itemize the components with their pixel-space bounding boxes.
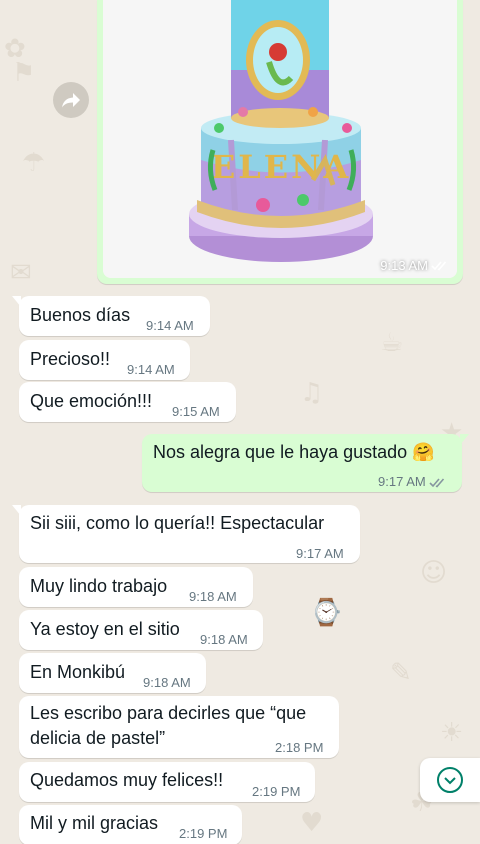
cake-photo[interactable]: ELENA: [103, 0, 457, 278]
message-time: 9:18 AM: [143, 675, 191, 690]
message-text: En Monkibú: [30, 662, 126, 682]
incoming-message[interactable]: En Monkibú 9:18 AM: [19, 653, 206, 693]
message-text: Precioso!!: [30, 349, 111, 369]
message-time: 2:19 PM: [179, 826, 228, 841]
incoming-message[interactable]: Muy lindo trabajo 9:18 AM: [19, 567, 253, 607]
message-text: Que emoción!!!: [30, 391, 153, 411]
incoming-message[interactable]: Que emoción!!! 9:15 AM: [19, 382, 236, 422]
double-check-icon: [429, 477, 444, 487]
message-time: 9:18 AM: [200, 632, 248, 647]
incoming-message[interactable]: Precioso!! 9:14 AM: [19, 340, 190, 380]
image-message-time: 9:13 AM: [380, 258, 428, 273]
incoming-message[interactable]: Ya estoy en el sitio 9:18 AM: [19, 610, 263, 650]
incoming-message[interactable]: Buenos días 9:14 AM: [12, 296, 210, 336]
message-text-line-1: Les escribo para decirles que “que: [30, 703, 307, 723]
incoming-message[interactable]: Les escribo para decirles que “que delic…: [19, 696, 339, 758]
message-text: Nos alegra que le haya gustado 🤗: [153, 442, 435, 462]
message-text: Mil y mil gracias: [30, 813, 159, 833]
message-meta: 9:17 AM: [378, 470, 447, 494]
message-time: 2:19 PM: [252, 784, 301, 799]
message-time: 9:14 AM: [127, 362, 175, 377]
message-text: Sii siii, como lo quería!! Espectacular: [30, 513, 325, 533]
image-message-meta: 9:13 AM: [380, 258, 449, 273]
incoming-message[interactable]: Sii siii, como lo quería!! Espectacular …: [12, 505, 360, 563]
forward-icon: [62, 93, 80, 108]
image-message-bubble[interactable]: ELENA 9:13 AM: [97, 0, 463, 284]
forward-button[interactable]: [53, 82, 89, 118]
message-time: 9:15 AM: [172, 404, 220, 419]
message-text: Buenos días: [30, 305, 131, 325]
message-text-line-2: delicia de pastel”: [30, 728, 166, 748]
chevron-down-icon: [437, 767, 463, 793]
message-text: Ya estoy en el sitio: [30, 619, 180, 639]
message-time: 9:17 AM: [378, 474, 426, 489]
cake-name-text: ELENA: [211, 148, 351, 186]
message-text: Quedamos muy felices!!: [30, 770, 224, 790]
incoming-message[interactable]: Quedamos muy felices!! 2:19 PM: [19, 762, 315, 802]
message-time: 2:18 PM: [275, 740, 324, 755]
message-time: 9:14 AM: [146, 318, 194, 333]
incoming-message[interactable]: Mil y mil gracias 2:19 PM: [19, 805, 242, 844]
message-text: Muy lindo trabajo: [30, 576, 168, 596]
message-time: 9:17 AM: [296, 546, 344, 561]
double-check-icon: [431, 261, 447, 271]
outgoing-message[interactable]: Nos alegra que le haya gustado 🤗 9:17 AM: [142, 434, 469, 494]
scroll-to-bottom-button[interactable]: [420, 758, 480, 802]
message-time: 9:18 AM: [189, 589, 237, 604]
